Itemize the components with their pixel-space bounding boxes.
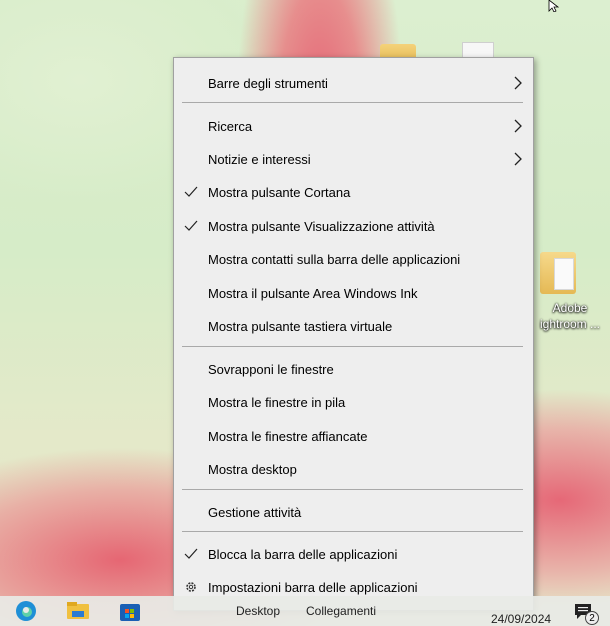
checkmark-icon bbox=[184, 220, 198, 231]
menu-item-label: Mostra le finestre affiancate bbox=[208, 429, 368, 444]
menu-item-show-people[interactable]: Mostra contatti sulla barra delle applic… bbox=[174, 244, 533, 274]
adobe-lightroom-folder-icon[interactable] bbox=[540, 252, 576, 294]
menu-item-label: Mostra pulsante Visualizzazione attività bbox=[208, 219, 435, 234]
chevron-right-icon bbox=[514, 152, 522, 166]
menu-item-label: Mostra pulsante tastiera virtuale bbox=[208, 319, 393, 334]
desktop-icon-label: Adobe ightroom ... bbox=[539, 301, 601, 331]
menu-separator bbox=[182, 531, 523, 532]
menu-item-label: Sovrapponi le finestre bbox=[208, 362, 334, 377]
store-icon[interactable] bbox=[116, 598, 144, 624]
menu-item-label: Mostra desktop bbox=[208, 462, 297, 477]
menu-item-lock-taskbar[interactable]: Blocca la barra delle applicazioni bbox=[174, 539, 533, 569]
menu-item-label: Impostazioni barra delle applicazioni bbox=[208, 580, 418, 595]
mouse-cursor-icon bbox=[548, 0, 560, 12]
menu-item-label: Barre degli strumenti bbox=[208, 76, 328, 91]
menu-item-toolbars[interactable]: Barre degli strumenti bbox=[174, 68, 533, 98]
menu-item-show-touch-keyboard[interactable]: Mostra pulsante tastiera virtuale bbox=[174, 311, 533, 341]
taskbar-date[interactable]: 24/09/2024 bbox=[491, 612, 551, 626]
menu-item-label: Notizie e interessi bbox=[208, 152, 311, 167]
menu-separator bbox=[182, 346, 523, 347]
desktop: Adobe ightroom ... Barre degli strumenti … bbox=[0, 0, 610, 626]
menu-item-show-desktop[interactable]: Mostra desktop bbox=[174, 454, 533, 484]
menu-item-show-windows-ink[interactable]: Mostra il pulsante Area Windows Ink bbox=[174, 278, 533, 308]
menu-item-label: Mostra le finestre in pila bbox=[208, 395, 346, 410]
chevron-right-icon bbox=[514, 119, 522, 133]
file-explorer-icon[interactable] bbox=[64, 598, 92, 624]
menu-item-search[interactable]: Ricerca bbox=[174, 111, 533, 141]
taskbar-context-menu: Barre degli strumenti Ricerca Notizie e … bbox=[173, 57, 534, 611]
menu-item-label: Ricerca bbox=[208, 119, 253, 134]
menu-item-show-task-view-button[interactable]: Mostra pulsante Visualizzazione attività bbox=[174, 211, 533, 241]
menu-item-label: Blocca la barra delle applicazioni bbox=[208, 547, 398, 562]
notification-count-badge: 2 bbox=[585, 611, 599, 625]
menu-item-label: Mostra pulsante Cortana bbox=[208, 185, 351, 200]
menu-item-label: Mostra contatti sulla barra delle applic… bbox=[208, 252, 461, 267]
menu-item-task-manager[interactable]: Gestione attività bbox=[174, 497, 533, 527]
menu-item-show-cortana-button[interactable]: Mostra pulsante Cortana bbox=[174, 177, 533, 207]
menu-item-side-by-side-windows[interactable]: Mostra le finestre affiancate bbox=[174, 421, 533, 451]
menu-separator bbox=[182, 102, 523, 103]
checkmark-icon bbox=[184, 186, 198, 197]
links-toolbar-label[interactable]: Collegamenti bbox=[306, 604, 376, 618]
menu-item-stack-windows[interactable]: Mostra le finestre in pila bbox=[174, 387, 533, 417]
gear-icon bbox=[186, 582, 196, 592]
edge-icon[interactable] bbox=[12, 598, 40, 624]
menu-item-news-and-interests[interactable]: Notizie e interessi bbox=[174, 144, 533, 174]
chevron-right-icon bbox=[514, 76, 522, 90]
menu-item-label: Gestione attività bbox=[208, 505, 302, 520]
menu-item-label: Mostra il pulsante Area Windows Ink bbox=[208, 286, 418, 301]
desktop-toolbar-label[interactable]: Desktop bbox=[236, 604, 280, 618]
menu-item-cascade-windows[interactable]: Sovrapponi le finestre bbox=[174, 354, 533, 384]
checkmark-icon bbox=[184, 548, 198, 559]
menu-separator bbox=[182, 489, 523, 490]
